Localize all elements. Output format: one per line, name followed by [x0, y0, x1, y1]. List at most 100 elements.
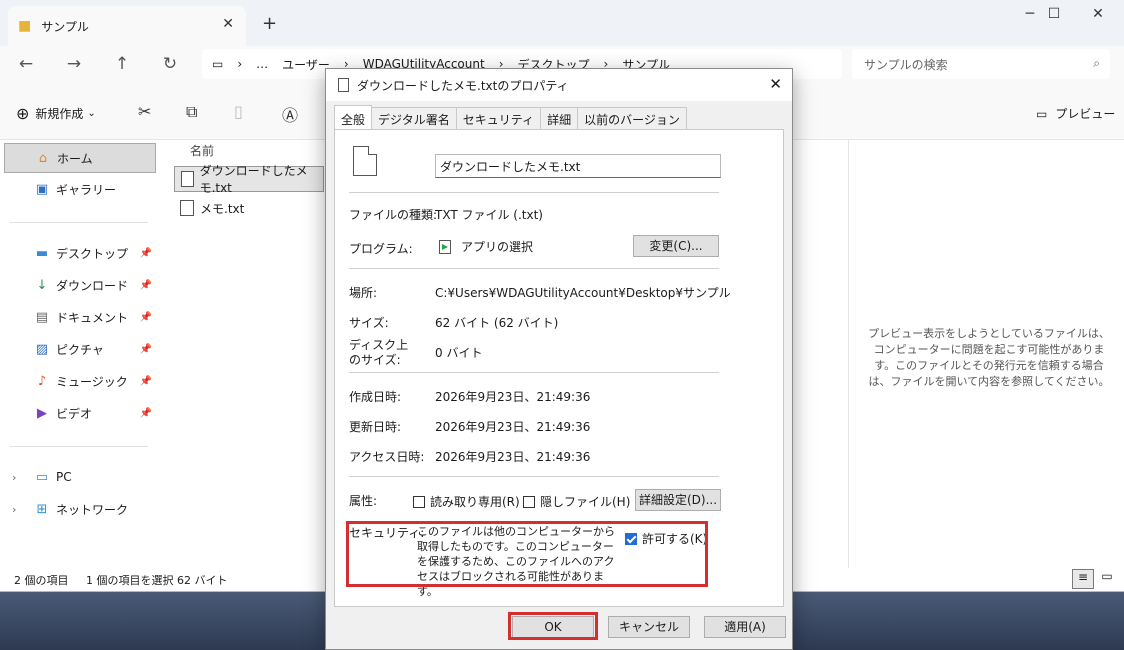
sidebar-item-desktop[interactable]: ▬ デスクトップ 📌 [4, 238, 156, 268]
tab-previous-versions[interactable]: 以前のバージョン [577, 107, 687, 129]
hidden-label: 隠しファイル(H) [540, 495, 631, 509]
advanced-button[interactable]: 詳細設定(D)... [635, 489, 721, 511]
item-count: 2 個の項目 [14, 574, 69, 587]
search-input[interactable]: サンプルの検索 ⌕ [852, 49, 1110, 79]
file-item[interactable]: ダウンロードしたメモ.txt [174, 164, 324, 195]
divider [349, 192, 719, 193]
new-button[interactable]: ⊕ 新規作成 ⌄ [16, 104, 96, 123]
tab-details[interactable]: 詳細 [540, 107, 579, 129]
paste-icon[interactable]: ▯ [234, 102, 243, 121]
pin-icon[interactable]: 📌 [140, 344, 152, 355]
created-label: 作成日時: [349, 390, 402, 404]
location-label: 場所: [349, 286, 378, 300]
pin-icon[interactable]: 📌 [140, 376, 152, 387]
back-icon[interactable]: ← [14, 54, 38, 74]
preview-button[interactable]: ▭ プレビュー [1036, 105, 1115, 122]
modified-value: 2026年9月23日、21:49:36 [435, 420, 591, 434]
picture-icon: ▨ [35, 341, 49, 357]
pin-icon[interactable]: 📌 [140, 280, 152, 291]
sidebar-divider [10, 222, 148, 223]
text-file-icon [338, 78, 349, 92]
modified-label: 更新日時: [349, 420, 402, 434]
file-item[interactable]: メモ.txt [174, 195, 324, 221]
tab-general[interactable]: 全般 [334, 105, 373, 129]
copy-icon[interactable]: ⧉ [186, 102, 197, 122]
text-file-icon [181, 171, 194, 187]
maximize-icon[interactable]: ☐ [1034, 6, 1074, 22]
app-select-icon [439, 240, 451, 254]
home-icon: ⌂ [38, 150, 48, 166]
download-icon: ↓ [36, 277, 48, 293]
breadcrumb-users[interactable]: ユーザー [282, 56, 330, 73]
tab-security[interactable]: セキュリティ [455, 107, 542, 129]
dialog-title-bar: ダウンロードしたメモ.txtのプロパティ ✕ [326, 69, 792, 101]
forward-icon[interactable]: → [62, 54, 86, 74]
location-value: C:¥Users¥WDAGUtilityAccount¥Desktop¥サンプル [435, 286, 731, 300]
readonly-label: 読み取り専用(R) [430, 495, 520, 509]
sidebar-item-videos[interactable]: ▶ ビデオ 📌 [4, 398, 156, 428]
sidebar-item-label: ネットワーク [56, 502, 129, 517]
sidebar-item-downloads[interactable]: ↓ ダウンロード 📌 [4, 270, 156, 300]
file-name: メモ.txt [200, 201, 245, 216]
size-value: 62 バイト (62 バイト) [435, 316, 559, 330]
title-bar: ■ サンプル ✕ + ─ ☐ ✕ [0, 0, 1124, 46]
apply-button[interactable]: 適用(A) [704, 616, 786, 638]
pin-icon[interactable]: 📌 [140, 248, 152, 259]
divider [349, 476, 719, 477]
sidebar-item-label: ミュージック [56, 374, 128, 389]
sidebar-item-home[interactable]: ⌂ ホーム [4, 143, 156, 173]
chevron-right-icon[interactable]: › [12, 471, 16, 484]
rename-icon[interactable]: Ⓐ [282, 102, 298, 126]
close-tab-icon[interactable]: ✕ [222, 16, 234, 32]
breadcrumb-more[interactable]: … [256, 57, 268, 71]
sidebar-item-label: ギャラリー [56, 182, 117, 197]
size-label: サイズ: [349, 316, 389, 330]
tab-title: サンプル [41, 19, 89, 34]
change-button[interactable]: 変更(C)... [633, 235, 719, 257]
explorer-tab[interactable]: ■ サンプル ✕ [8, 6, 246, 46]
preview-pane-icon: ▭ [1036, 106, 1048, 121]
up-icon[interactable]: ↑ [110, 54, 134, 74]
sidebar-item-label: ビデオ [56, 406, 93, 421]
sidebar-divider [10, 446, 148, 447]
sidebar-item-pc[interactable]: › ▭ PC [4, 462, 156, 492]
text-file-icon [180, 200, 194, 216]
pin-icon[interactable]: 📌 [140, 312, 152, 323]
cancel-button[interactable]: キャンセル [608, 616, 690, 638]
sidebar-item-label: デスクトップ [56, 246, 129, 261]
checkbox-box[interactable] [413, 495, 425, 508]
dialog-tabs: 全般 デジタル署名 セキュリティ 詳細 以前のバージョン [334, 105, 687, 129]
type-label: ファイルの種類: [349, 208, 438, 222]
tab-digital-signature[interactable]: デジタル署名 [371, 107, 457, 129]
new-tab-icon[interactable]: + [262, 13, 277, 34]
readonly-checkbox[interactable]: 読み取り専用(R) [413, 493, 520, 510]
close-icon[interactable]: ✕ [769, 75, 782, 93]
sidebar-item-documents[interactable]: ▤ ドキュメント 📌 [4, 302, 156, 332]
pin-icon[interactable]: 📌 [140, 408, 152, 419]
file-name-field[interactable]: ダウンロードしたメモ.txt [435, 154, 721, 178]
search-icon: ⌕ [1093, 56, 1100, 70]
breadcrumb-separator-icon: › [237, 57, 243, 71]
file-list: 名前 ダウンロードしたメモ.txt メモ.txt [162, 140, 332, 568]
cut-icon[interactable]: ✂ [138, 102, 151, 121]
computer-icon: ▭ [212, 57, 224, 71]
sidebar-item-network[interactable]: › ⊞ ネットワーク [4, 494, 156, 524]
divider [349, 372, 719, 373]
program-value: アプリの選択 [461, 240, 534, 254]
sidebar-item-pictures[interactable]: ▨ ピクチャ 📌 [4, 334, 156, 364]
tiles-view-icon[interactable]: ▭ [1096, 569, 1118, 589]
sidebar-item-music[interactable]: ♪ ミュージック 📌 [4, 366, 156, 396]
sidebar-item-label: ホーム [57, 151, 93, 166]
properties-dialog: ダウンロードしたメモ.txtのプロパティ ✕ 全般 デジタル署名 セキュリティ … [325, 68, 793, 650]
column-header-name[interactable]: 名前 [190, 142, 214, 159]
details-view-icon[interactable]: ≡ [1072, 569, 1094, 589]
hidden-checkbox[interactable]: 隠しファイル(H) [523, 493, 630, 510]
checkbox-box[interactable] [523, 495, 535, 508]
preview-pane: プレビュー表示をしようとしているファイルは、コンピューターに問題を起こす可能性が… [848, 140, 1124, 568]
close-window-icon[interactable]: ✕ [1078, 6, 1118, 22]
chevron-right-icon[interactable]: › [12, 503, 16, 516]
gallery-icon: ▣ [35, 181, 49, 197]
refresh-icon[interactable]: ↻ [158, 54, 182, 74]
plus-circle-icon: ⊕ [16, 104, 30, 123]
sidebar-item-gallery[interactable]: ▣ ギャラリー [4, 174, 156, 204]
